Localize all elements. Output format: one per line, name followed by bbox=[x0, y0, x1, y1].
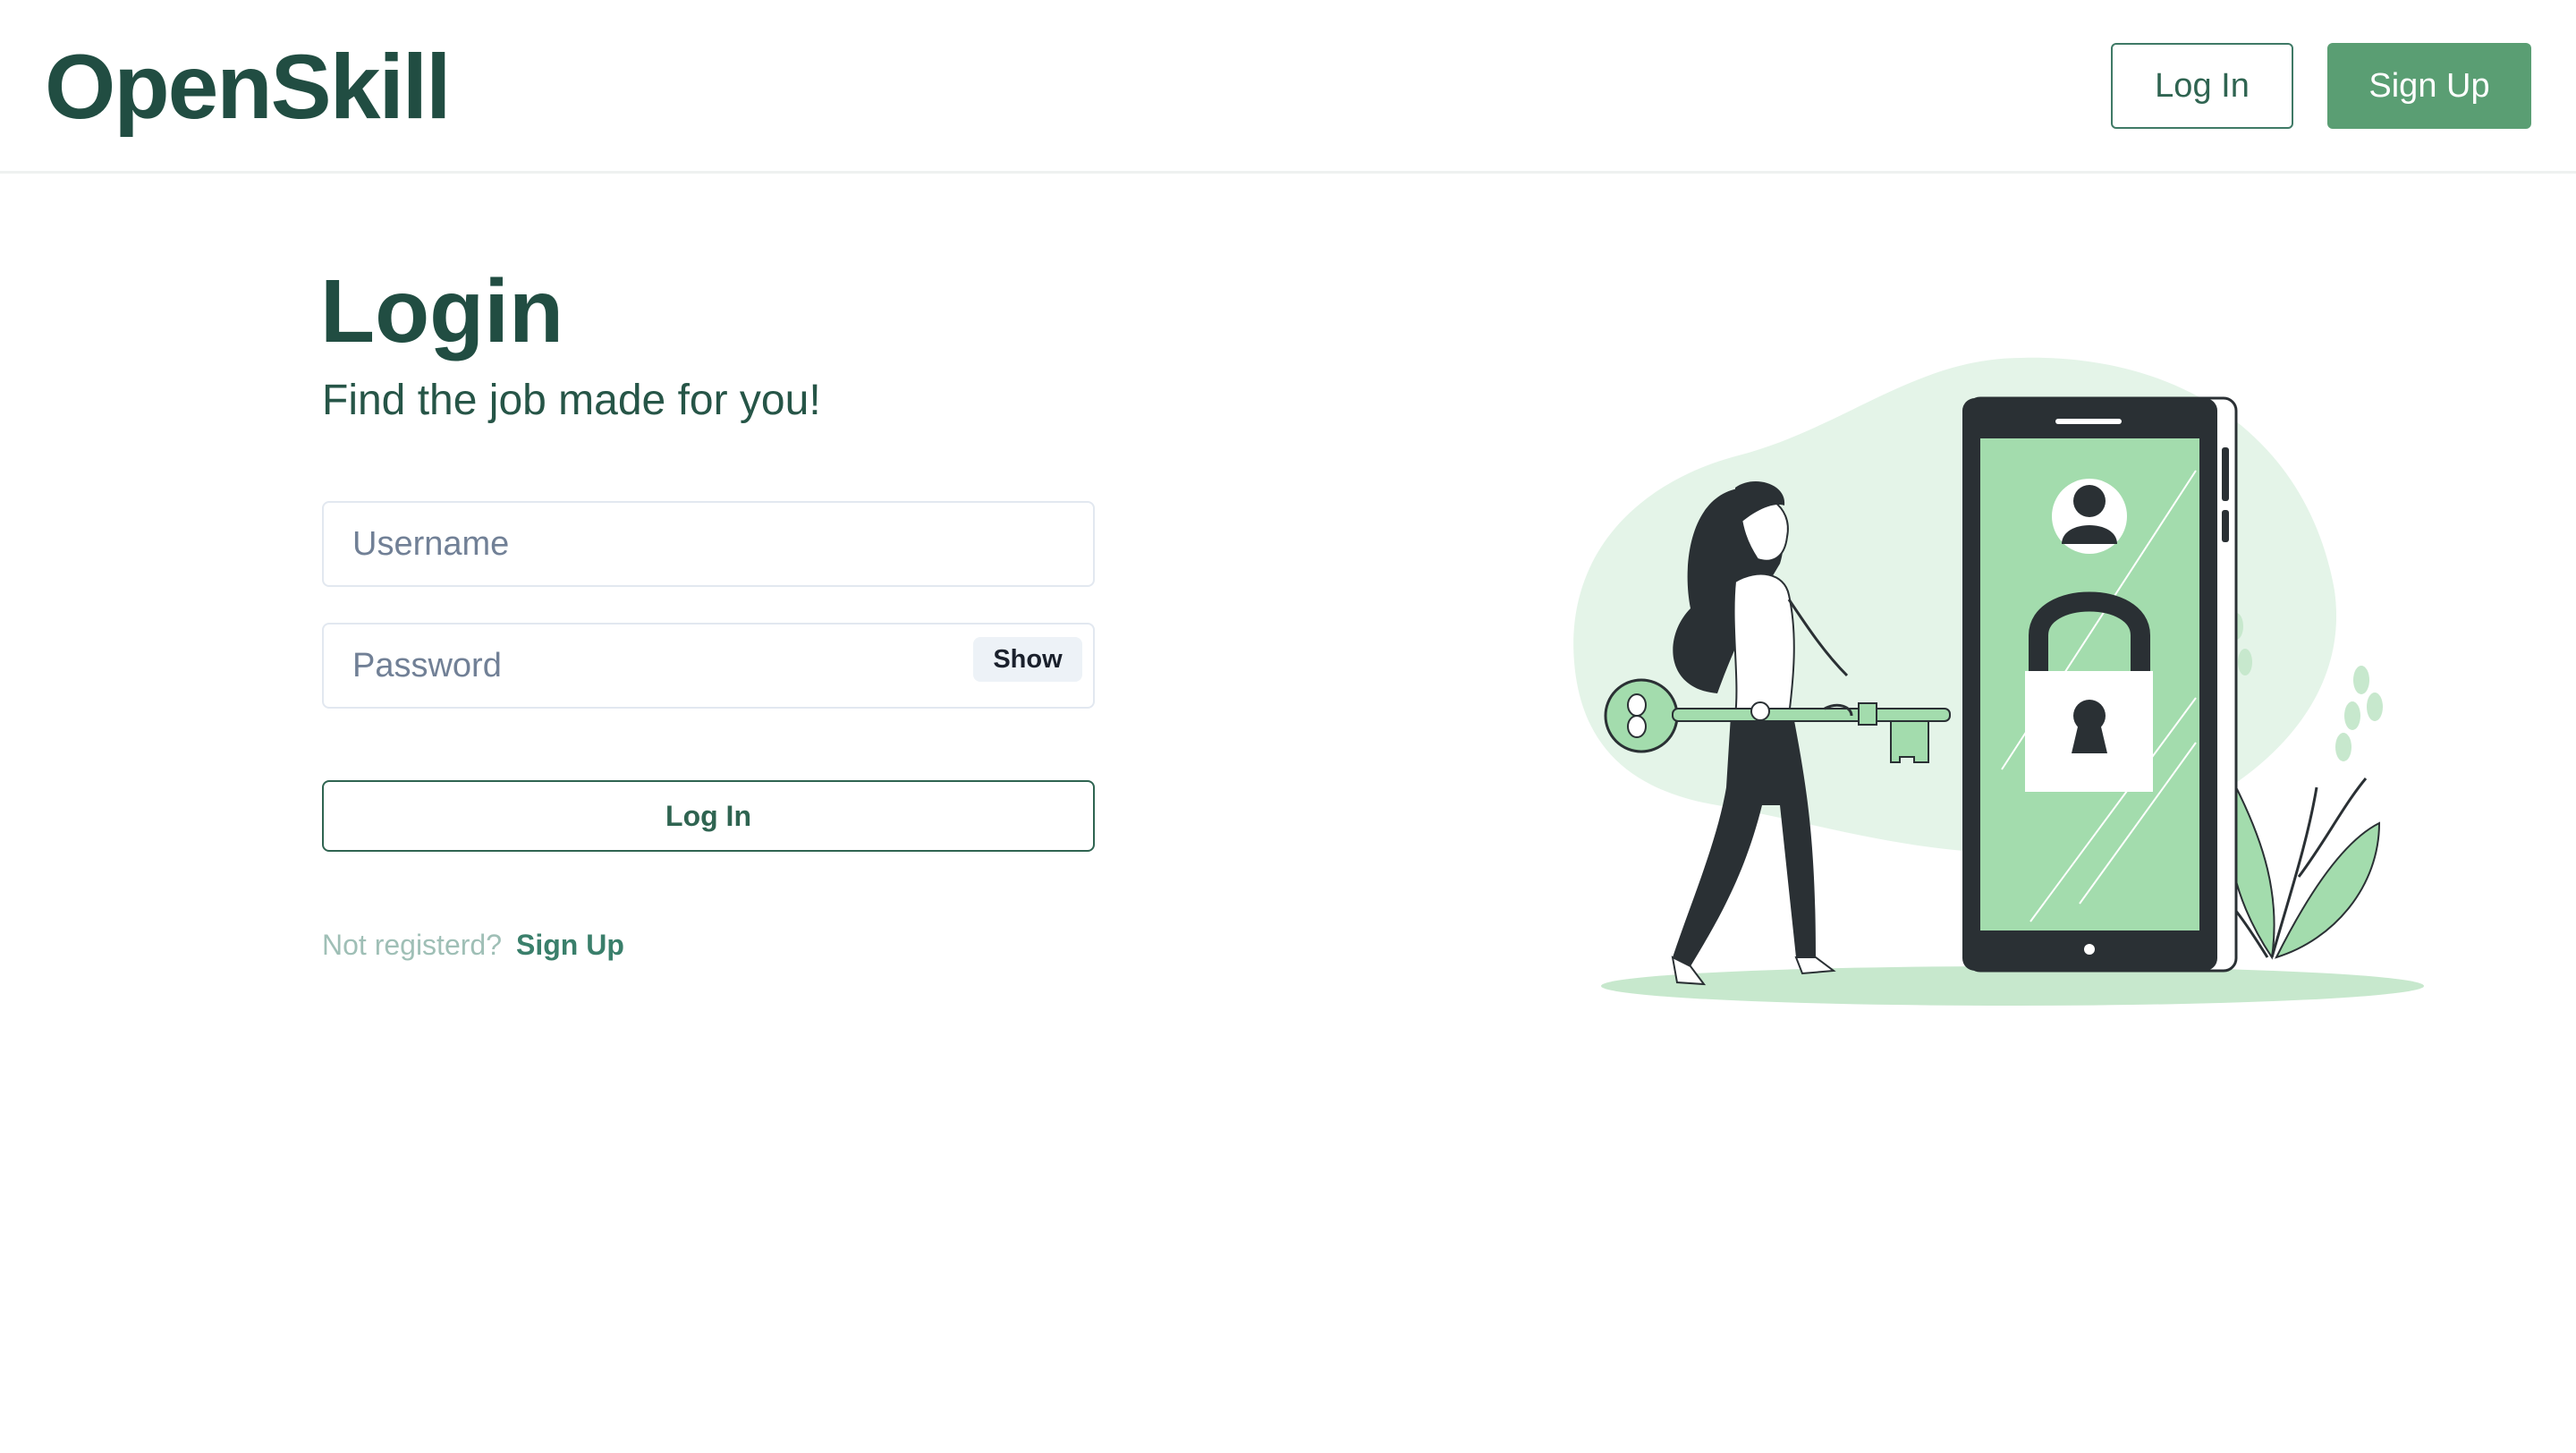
signup-prompt: Not registerd? Sign Up bbox=[322, 925, 624, 964]
header-signup-button[interactable]: Sign Up bbox=[2327, 43, 2531, 129]
header-login-button[interactable]: Log In bbox=[2111, 43, 2293, 129]
top-navbar: OpenSkill Log In Sign Up bbox=[0, 0, 2576, 174]
page-title: Login bbox=[320, 261, 564, 361]
not-registered-text: Not registerd? bbox=[322, 928, 502, 961]
signup-link[interactable]: Sign Up bbox=[516, 929, 624, 962]
ground-shadow bbox=[1601, 966, 2424, 1006]
login-submit-button[interactable]: Log In bbox=[322, 780, 1095, 852]
login-illustration bbox=[1573, 357, 2424, 1006]
username-field bbox=[322, 501, 1095, 587]
brand-logo[interactable]: OpenSkill bbox=[45, 38, 451, 136]
user-avatar-icon bbox=[2052, 479, 2127, 554]
page-subtitle: Find the job made for you! bbox=[322, 377, 821, 424]
password-field: Show bbox=[322, 623, 1095, 709]
show-password-button[interactable]: Show bbox=[973, 637, 1082, 682]
password-input[interactable] bbox=[352, 625, 1032, 707]
username-input[interactable] bbox=[352, 503, 1032, 585]
